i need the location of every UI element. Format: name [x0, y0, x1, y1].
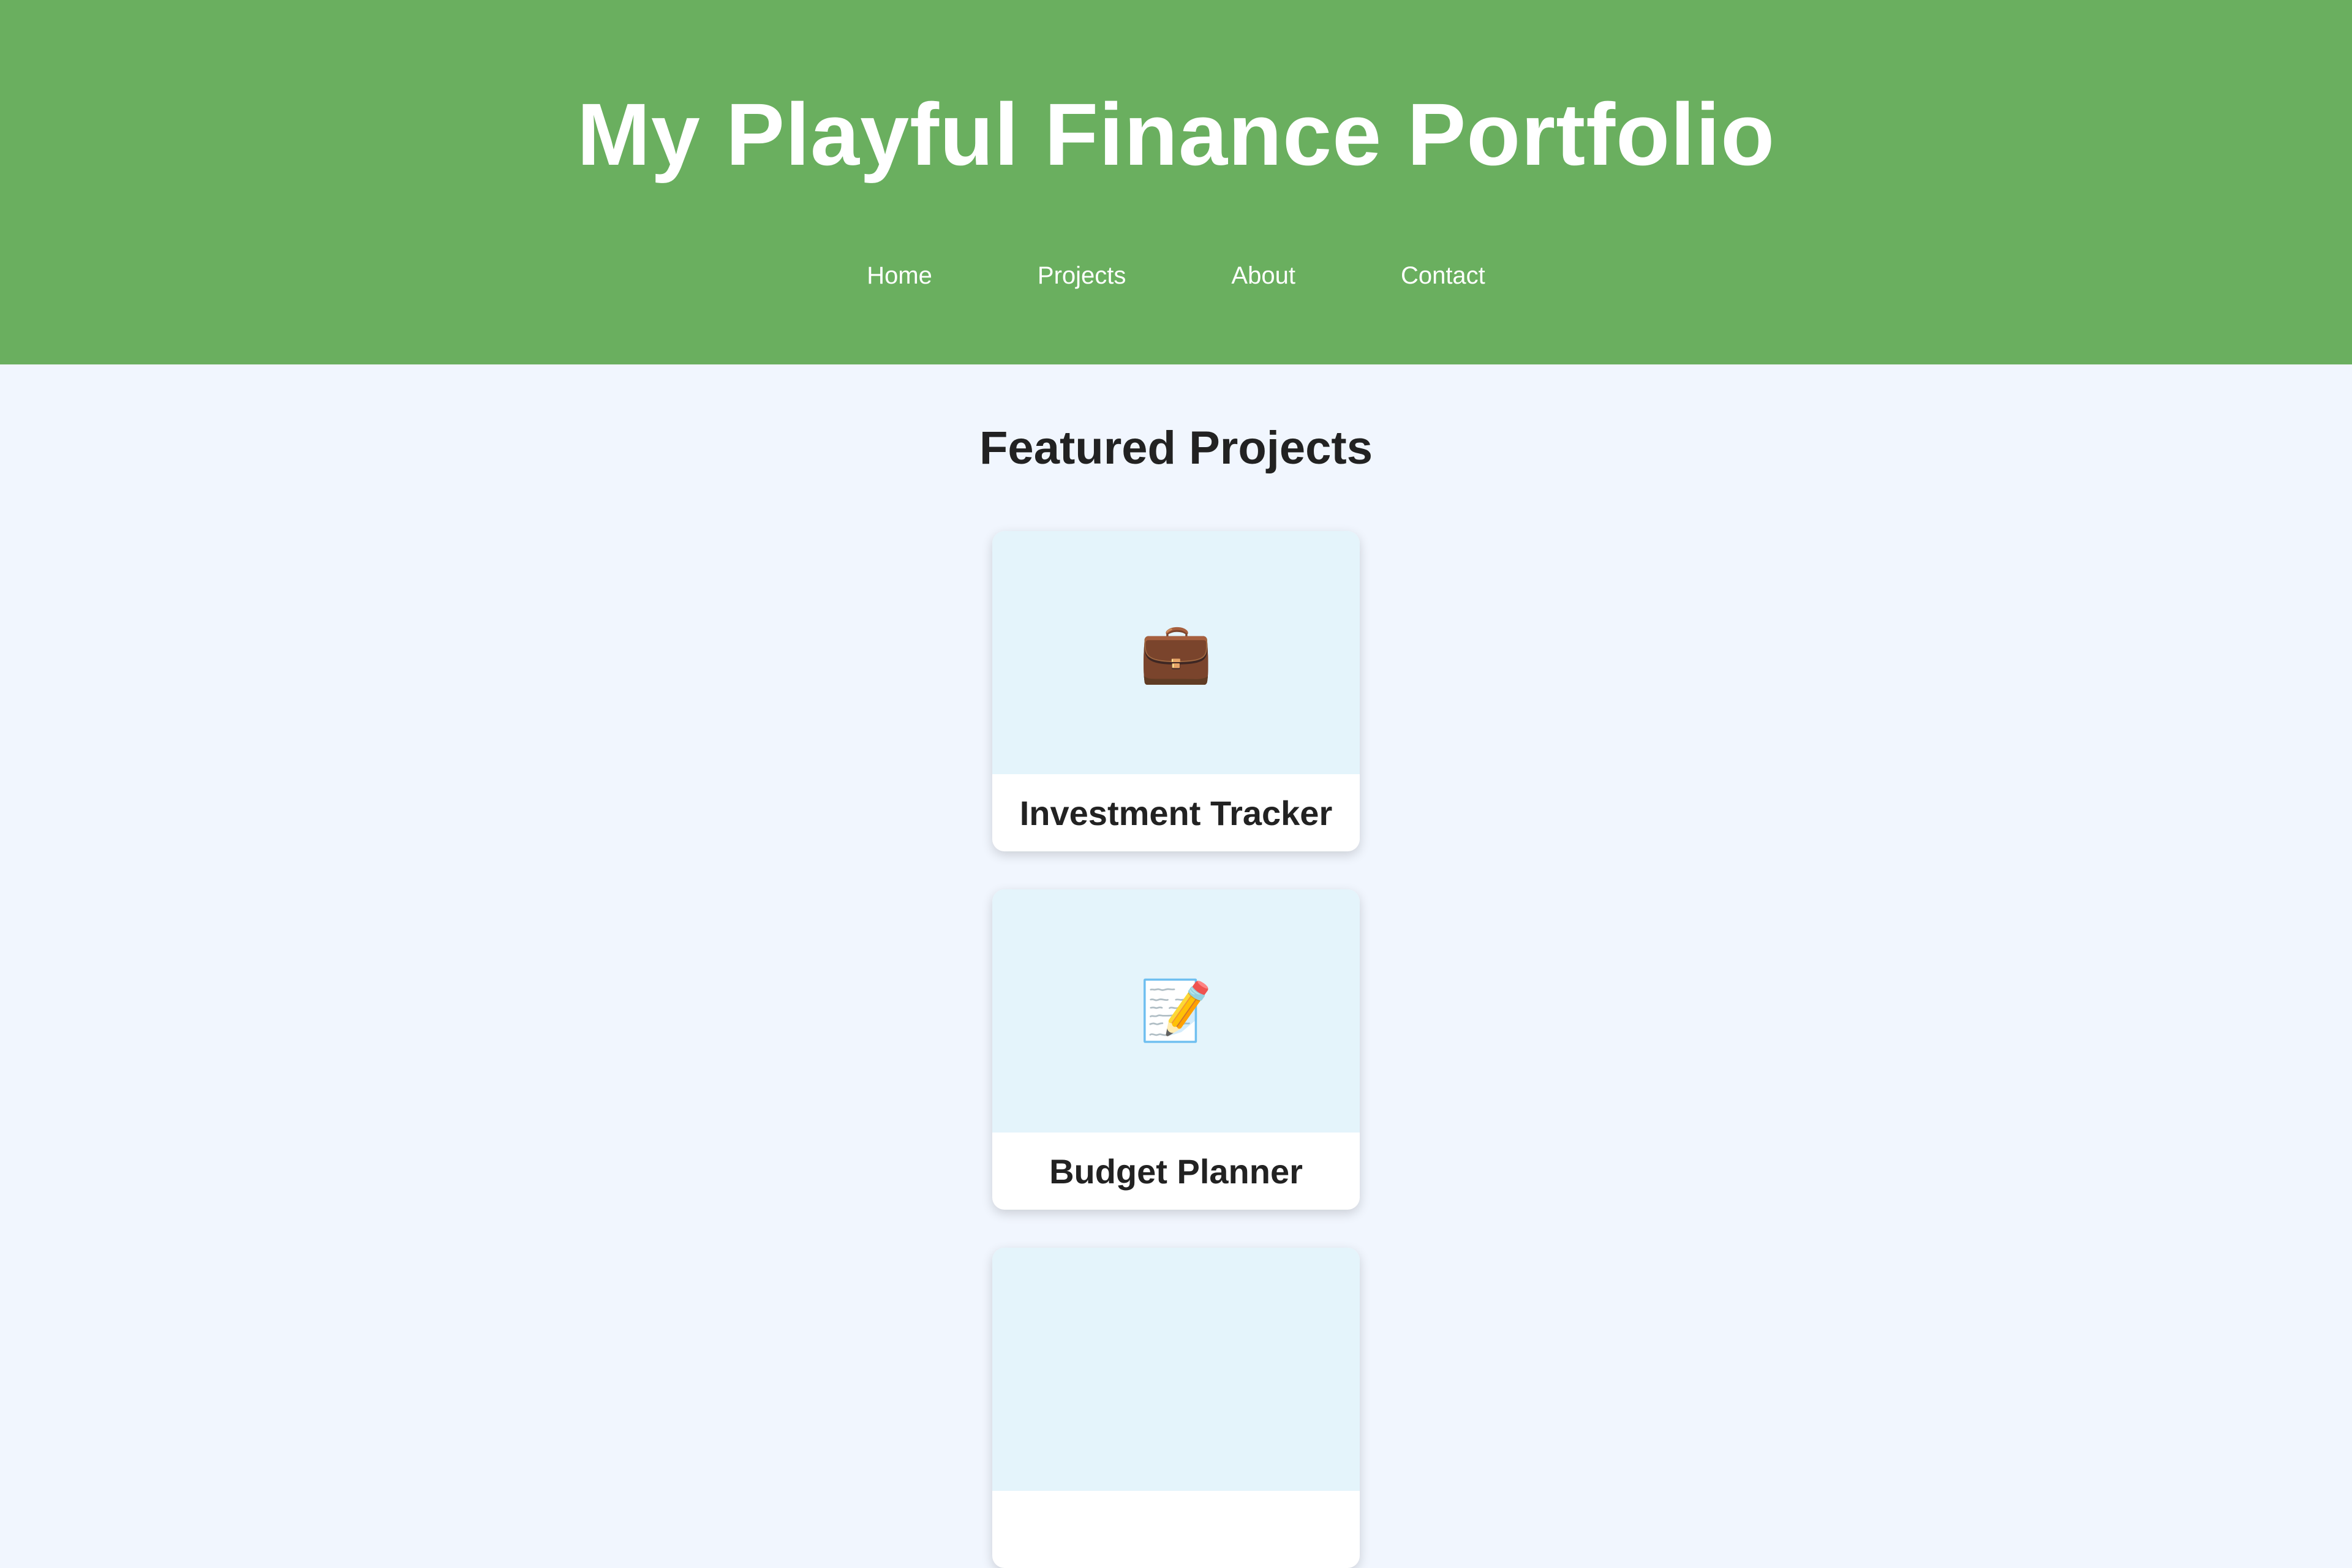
project-thumbnail [992, 1248, 1360, 1491]
project-card-investment-tracker[interactable]: 💼 Investment Tracker [992, 531, 1360, 851]
nav-link-home[interactable]: Home [814, 260, 985, 291]
site-header: My Playful Finance Portfolio Home Projec… [0, 0, 2352, 364]
project-card-budget-planner[interactable]: 📝 Budget Planner [992, 889, 1360, 1210]
memo-icon: 📝 [1139, 978, 1213, 1044]
project-thumbnail: 📝 [992, 889, 1360, 1133]
nav-link-contact[interactable]: Contact [1348, 260, 1538, 291]
main-nav: Home Projects About Contact [0, 260, 2352, 291]
project-thumbnail: 💼 [992, 531, 1360, 774]
project-list: 💼 Investment Tracker 📝 Budget Planner [0, 531, 2352, 1568]
site-title: My Playful Finance Portfolio [576, 85, 1776, 184]
main-content: Featured Projects 💼 Investment Tracker 📝… [0, 364, 2352, 1568]
briefcase-icon: 💼 [1139, 619, 1213, 685]
project-title [992, 1491, 1360, 1568]
nav-link-projects[interactable]: Projects [985, 260, 1179, 291]
project-title: Budget Planner [1049, 1152, 1303, 1191]
section-title: Featured Projects [979, 422, 1373, 474]
nav-link-about[interactable]: About [1178, 260, 1348, 291]
project-card-third[interactable] [992, 1248, 1360, 1568]
project-title: Investment Tracker [1019, 793, 1333, 832]
